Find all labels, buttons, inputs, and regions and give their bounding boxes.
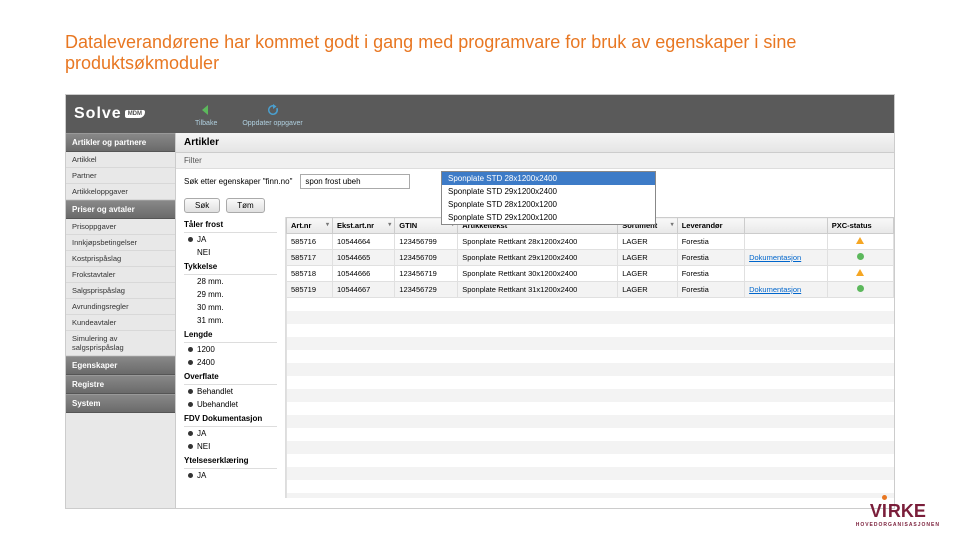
sidebar-item[interactable]: Prisoppgaver — [66, 219, 175, 235]
back-action[interactable]: Tilbake — [195, 102, 217, 127]
search-row: Søk etter egenskaper "finn.no" Sponplate… — [176, 169, 894, 194]
col-ekst[interactable]: Ekst.art.nr▾ — [332, 218, 394, 234]
sidebar-item[interactable]: Salgsprispåslag — [66, 283, 175, 299]
virke-logo: VIRKE HOVEDORGANISASJONEN — [856, 501, 940, 528]
refresh-icon — [265, 102, 281, 118]
content-panel: Artikler Filter Søk etter egenskaper "fi… — [176, 133, 894, 508]
slide-title: Dataleverandørene har kommet godt i gang… — [0, 0, 960, 94]
filter-bar: Filter — [176, 153, 894, 169]
filter-head-ytelse: Ytelseserklæring — [184, 453, 277, 469]
sidebar-item[interactable]: Partner — [66, 168, 175, 184]
sort-icon: ▾ — [388, 221, 391, 228]
filter-head-fdv: FDV Dokumentasjon — [184, 411, 277, 427]
sidebar-item[interactable]: Frokstavtaler — [66, 267, 175, 283]
table-row[interactable]: 58571910544667123456729Sponplate Rettkan… — [287, 282, 894, 298]
sidebar-section[interactable]: System — [66, 394, 175, 413]
sidebar-section[interactable]: Priser og avtaler — [66, 200, 175, 219]
search-dropdown[interactable]: Sponplate STD 28x1200x2400 Sponplate STD… — [441, 171, 656, 225]
content-header: Artikler — [176, 133, 894, 153]
col-pxc[interactable]: PXC-status — [827, 218, 893, 234]
filter-opt[interactable]: JA — [184, 427, 277, 440]
two-col: Tåler frost JA NEI Tykkelse 28 mm. 29 mm… — [176, 217, 894, 498]
back-arrow-icon — [198, 102, 214, 118]
back-label: Tilbake — [195, 120, 217, 127]
sidebar-section[interactable]: Egenskaper — [66, 356, 175, 375]
article-table: Art.nr▾ Ekst.art.nr▾ GTIN▾ Artikkeltekst… — [286, 217, 894, 298]
sidebar-section[interactable]: Artikler og partnere — [66, 133, 175, 152]
filter-opt[interactable]: 2400 — [184, 356, 277, 369]
refresh-action[interactable]: Oppdater oppgaver — [242, 102, 302, 127]
filter-opt[interactable]: Behandlet — [184, 385, 277, 398]
empty-rows — [286, 298, 894, 498]
logo-text: Solve — [74, 105, 122, 123]
filter-head-frost: Tåler frost — [184, 217, 277, 233]
sidebar-item[interactable]: Artikkel — [66, 152, 175, 168]
sidebar-item[interactable]: Kundeavtaler — [66, 315, 175, 331]
clear-button[interactable]: Tøm — [226, 198, 264, 213]
filter-opt[interactable]: 28 mm. — [184, 275, 277, 288]
logo-badge: MDM — [125, 110, 145, 118]
virke-text: VIRKE — [870, 501, 926, 522]
dropdown-item[interactable]: Sponplate STD 28x1200x2400 — [442, 172, 655, 185]
main-area: Artikler og partnere Artikkel Partner Ar… — [66, 133, 894, 508]
topbar: Solve MDM Tilbake Oppdater oppgaver — [66, 95, 894, 133]
filter-opt[interactable]: 1200 — [184, 343, 277, 356]
sidebar: Artikler og partnere Artikkel Partner Ar… — [66, 133, 176, 508]
sidebar-item[interactable]: Simulering av salgsprispåslag — [66, 331, 175, 356]
filter-head-surface: Overflate — [184, 369, 277, 385]
filter-opt[interactable]: 30 mm. — [184, 301, 277, 314]
search-input[interactable] — [300, 174, 410, 189]
filter-opt[interactable]: 29 mm. — [184, 288, 277, 301]
left-filters: Tåler frost JA NEI Tykkelse 28 mm. 29 mm… — [176, 217, 286, 498]
col-lev[interactable]: Leverandør — [677, 218, 744, 234]
sidebar-section[interactable]: Registre — [66, 375, 175, 394]
sidebar-item[interactable]: Kostprispåslag — [66, 251, 175, 267]
col-doc[interactable] — [745, 218, 828, 234]
filter-head-thickness: Tykkelse — [184, 259, 277, 275]
filter-head-length: Lengde — [184, 327, 277, 343]
filter-opt[interactable]: NEI — [184, 246, 277, 259]
sidebar-item[interactable]: Artikkeloppgaver — [66, 184, 175, 200]
search-label: Søk etter egenskaper "finn.no" — [184, 177, 292, 186]
dropdown-item[interactable]: Sponplate STD 29x1200x1200 — [442, 211, 655, 224]
filter-opt[interactable]: 31 mm. — [184, 314, 277, 327]
sort-icon: ▾ — [326, 221, 329, 228]
filter-opt[interactable]: Ubehandlet — [184, 398, 277, 411]
table-row[interactable]: 58571810544666123456719Sponplate Rettkan… — [287, 266, 894, 282]
top-actions: Tilbake Oppdater oppgaver — [195, 102, 303, 127]
doc-link[interactable]: Dokumentasjon — [749, 253, 801, 262]
refresh-label: Oppdater oppgaver — [242, 120, 302, 127]
table-row[interactable]: 58571710544665123456709Sponplate Rettkan… — [287, 250, 894, 266]
app-logo: Solve MDM — [74, 105, 145, 123]
doc-link[interactable]: Dokumentasjon — [749, 285, 801, 294]
table-row[interactable]: 58571610544664123456799Sponplate Rettkan… — [287, 234, 894, 250]
data-area: Art.nr▾ Ekst.art.nr▾ GTIN▾ Artikkeltekst… — [286, 217, 894, 498]
search-button[interactable]: Søk — [184, 198, 220, 213]
dropdown-item[interactable]: Sponplate STD 29x1200x2400 — [442, 185, 655, 198]
sidebar-item[interactable]: Innkjøpsbetingelser — [66, 235, 175, 251]
filter-opt[interactable]: JA — [184, 233, 277, 246]
col-artnr[interactable]: Art.nr▾ — [287, 218, 333, 234]
dropdown-item[interactable]: Sponplate STD 28x1200x1200 — [442, 198, 655, 211]
filter-opt[interactable]: JA — [184, 469, 277, 482]
application-window: Solve MDM Tilbake Oppdater oppgaver Arti… — [65, 94, 895, 509]
sort-icon: ▾ — [671, 221, 674, 228]
sidebar-item[interactable]: Avrundingsregler — [66, 299, 175, 315]
filter-opt[interactable]: NEI — [184, 440, 277, 453]
virke-subtitle: HOVEDORGANISASJONEN — [856, 522, 940, 528]
